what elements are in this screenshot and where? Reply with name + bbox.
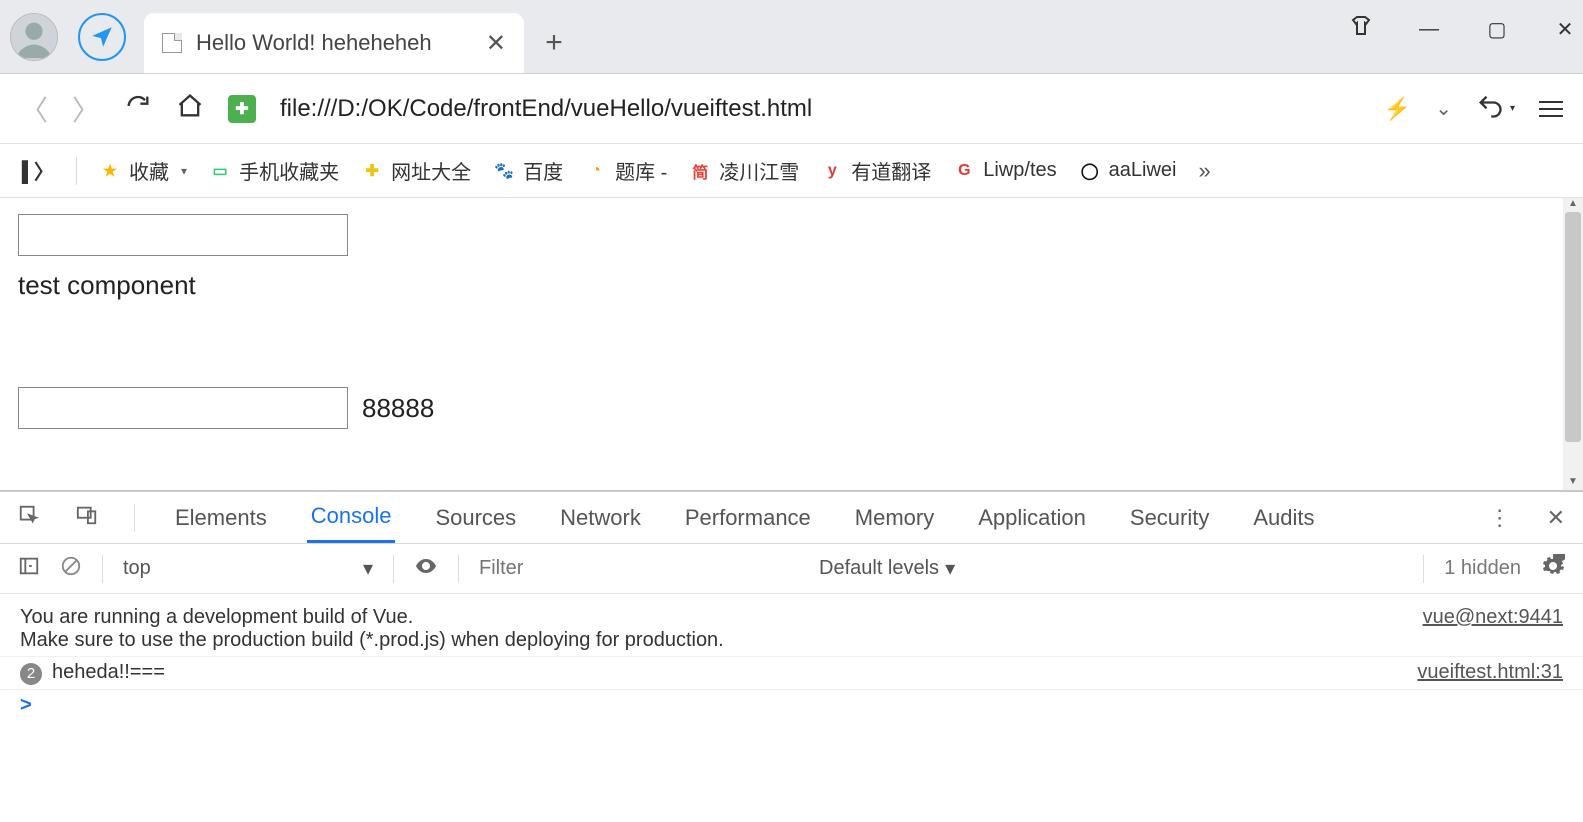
inspect-element-icon[interactable] <box>18 504 40 532</box>
tab-title: Hello World! heheheheh <box>196 30 472 56</box>
value-88888: 88888 <box>362 393 434 424</box>
main-menu-button[interactable] <box>1539 101 1563 117</box>
bookmarks-bar: ▌〉 ★收藏 ▾▭手机收藏夹✚网址大全🐾百度◔题库 -简凌川江雪y有道翻译GLi… <box>0 144 1583 198</box>
devtools-tab-audits[interactable]: Audits <box>1249 492 1318 543</box>
back-button[interactable]: 〈 <box>20 89 48 129</box>
devtools-tab-application[interactable]: Application <box>974 492 1090 543</box>
devtools-tab-elements[interactable]: Elements <box>171 492 271 543</box>
browser-titlebar: Hello World! heheheheh ✕ + — ▢ ✕ <box>0 0 1583 74</box>
log-count-badge: 2 <box>20 663 42 685</box>
bookmark-item[interactable]: 简凌川江雪 <box>689 156 799 185</box>
bookmark-label: 收藏 <box>129 156 169 185</box>
bookmark-icon: ★ <box>99 160 121 182</box>
bookmark-item[interactable]: y 有道翻译 <box>821 156 931 185</box>
scrollbar-thumb[interactable] <box>1565 212 1581 442</box>
home-button[interactable] <box>176 92 204 125</box>
devtools-tab-performance[interactable]: Performance <box>681 492 815 543</box>
log-level-selector[interactable]: Default levels▾ <box>819 556 955 581</box>
bookmark-icon: y <box>821 160 843 182</box>
bookmark-label: 凌川江雪 <box>719 156 799 185</box>
window-controls: — ▢ ✕ <box>1349 14 1577 44</box>
input-one[interactable] <box>18 214 348 256</box>
bookmark-icon: ▭ <box>209 160 231 182</box>
bookmark-item[interactable]: ▭ 手机收藏夹 <box>209 156 339 185</box>
bookmark-icon: 简 <box>689 160 711 182</box>
new-tab-button[interactable]: + <box>524 13 584 73</box>
vertical-scrollbar[interactable]: ▲ ▼ <box>1563 198 1583 490</box>
devtools-panel: Elements Console Sources Network Performance… <box>0 490 1583 822</box>
log-source-link[interactable]: vue@next:9441 <box>1423 606 1563 629</box>
devtools-tab-sources[interactable]: Sources <box>431 492 520 543</box>
bookmark-item[interactable]: ◯ aaLiwei <box>1079 159 1177 182</box>
devtools-tab-console[interactable]: Console <box>307 492 396 543</box>
forward-button[interactable]: 〉 <box>72 89 100 129</box>
console-filter-input[interactable] <box>479 557 799 580</box>
bookmark-icon: ◔ <box>585 160 607 182</box>
console-log-line: You are running a development build of V… <box>0 602 1583 657</box>
minimize-button[interactable]: — <box>1417 18 1441 41</box>
devtools-tab-security[interactable]: Security <box>1126 492 1213 543</box>
console-log-line: 2 heheda!!=== vueiftest.html:31 <box>0 657 1583 690</box>
undo-nav-button[interactable] <box>1476 92 1504 125</box>
devtools-tabbar: Elements Console Sources Network Performance… <box>0 492 1583 544</box>
bookmark-item[interactable]: ◔ 题库 - <box>585 156 667 185</box>
execution-context-selector[interactable]: top▾ <box>123 556 373 581</box>
hidden-messages-label[interactable]: 1 hidden <box>1444 557 1521 580</box>
device-toolbar-icon[interactable] <box>76 504 98 532</box>
reload-button[interactable] <box>124 92 152 125</box>
bookmark-label: 手机收藏夹 <box>239 156 339 185</box>
devtools-tab-network[interactable]: Network <box>556 492 645 543</box>
log-message: heheda!!=== <box>52 661 165 683</box>
bookmark-icon: ✚ <box>361 160 383 182</box>
bookmark-item[interactable]: G Liwp/tes <box>953 159 1056 182</box>
bookmark-label: 题库 - <box>615 156 667 185</box>
profile-avatar[interactable] <box>10 13 58 61</box>
console-sidebar-toggle[interactable] <box>18 555 40 583</box>
input-two[interactable] <box>18 387 348 429</box>
browser-tab[interactable]: Hello World! heheheheh ✕ <box>144 13 524 73</box>
bookmark-label: 有道翻译 <box>851 156 931 185</box>
bookmarks-overflow-button[interactable]: » <box>1199 158 1211 184</box>
devtools-close-button[interactable]: ✕ <box>1547 505 1565 531</box>
page-icon <box>162 33 182 53</box>
close-window-button[interactable]: ✕ <box>1553 17 1577 42</box>
console-prompt[interactable]: > <box>0 690 1583 721</box>
sidebar-toggle-icon[interactable]: ▌〉 <box>22 156 54 185</box>
address-bar: 〈 〉 ✚ file:///D:/OK/Code/frontEnd/vueHel… <box>0 74 1583 144</box>
bookmark-label: Liwp/tes <box>983 159 1056 182</box>
bookmark-icon: G <box>953 160 975 182</box>
devtools-kebab-menu[interactable]: ⋮ <box>1489 505 1511 531</box>
fast-mode-icon[interactable]: ⚡ <box>1384 96 1411 122</box>
site-security-icon[interactable]: ✚ <box>228 95 256 123</box>
live-expression-icon[interactable] <box>414 554 438 584</box>
text-test-component: test component <box>18 270 1565 301</box>
url-dropdown-icon[interactable]: ⌄ <box>1435 96 1452 121</box>
bookmark-icon: 🐾 <box>493 160 515 182</box>
compass-icon[interactable] <box>78 13 126 61</box>
console-output: You are running a development build of V… <box>0 594 1583 822</box>
tab-close-button[interactable]: ✕ <box>486 29 506 58</box>
bookmark-item[interactable]: 🐾 百度 <box>493 156 563 185</box>
extension-icon[interactable] <box>1349 14 1373 44</box>
console-settings-icon[interactable] <box>1541 554 1565 584</box>
clear-console-icon[interactable] <box>60 555 82 583</box>
bookmark-label: 百度 <box>523 156 563 185</box>
bookmark-label: 网址大全 <box>391 156 471 185</box>
devtools-tab-memory[interactable]: Memory <box>851 492 938 543</box>
maximize-button[interactable]: ▢ <box>1485 17 1509 42</box>
page-viewport: test component 88888 ▲ ▼ <box>0 198 1583 490</box>
log-source-link[interactable]: vueiftest.html:31 <box>1417 661 1563 684</box>
bookmark-label: aaLiwei <box>1109 159 1177 182</box>
console-toolbar: top▾ Default levels▾ 1 hidden <box>0 544 1583 594</box>
url-display[interactable]: file:///D:/OK/Code/frontEnd/vueHello/vue… <box>280 95 1360 123</box>
bookmark-item[interactable]: ★收藏 ▾ <box>99 156 187 185</box>
bookmark-icon: ◯ <box>1079 160 1101 182</box>
log-message: You are running a development build of V… <box>20 606 1407 652</box>
bookmark-item[interactable]: ✚ 网址大全 <box>361 156 471 185</box>
